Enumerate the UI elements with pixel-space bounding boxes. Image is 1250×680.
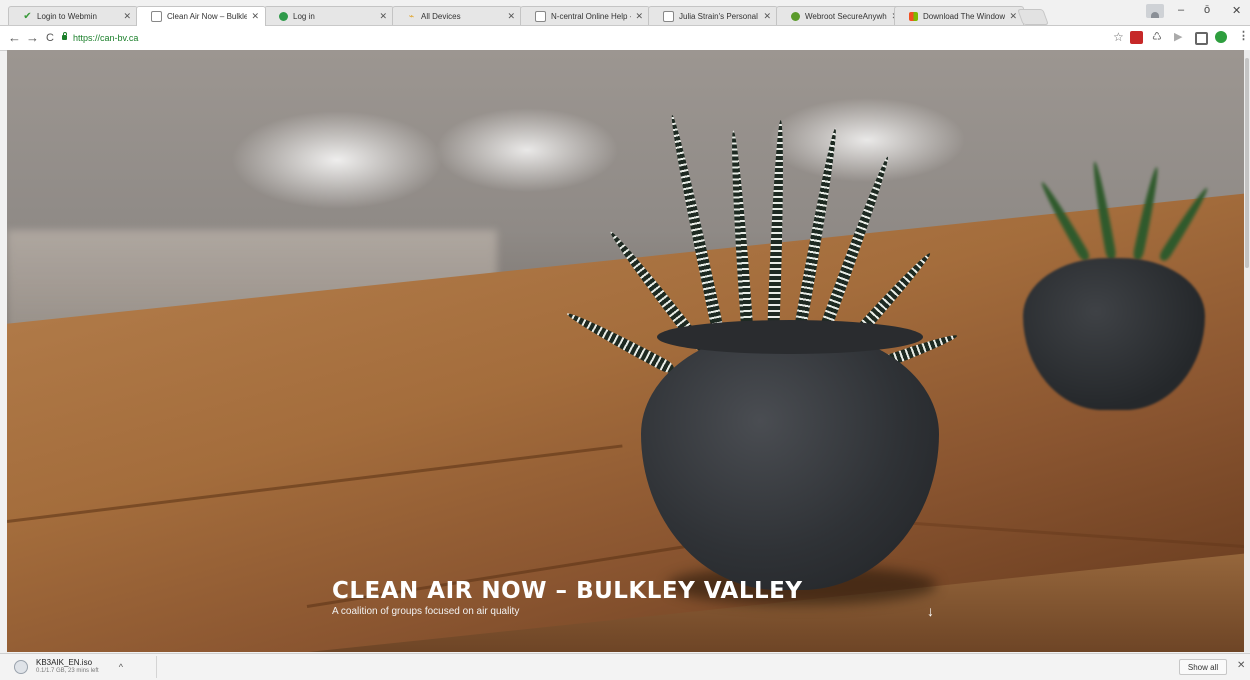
tab-label: N-central Online Help - I — [551, 11, 632, 21]
close-download-bar-icon[interactable]: ✕ — [1237, 660, 1245, 671]
browser-toolbar: ← → C https://can-bv.ca — [0, 26, 1250, 51]
extension-icon[interactable]: ▶ — [1174, 30, 1182, 43]
tab-webroot[interactable]: Webroot SecureAnywher ✕ — [776, 6, 906, 25]
tab-strip: ✔ Login to Webmin ✕ Clean Air Now – Bulk… — [0, 0, 1250, 26]
pot-rim — [657, 320, 923, 354]
tab-login-to-webmin[interactable]: ✔ Login to Webmin ✕ — [8, 6, 138, 25]
reload-icon[interactable]: C — [46, 29, 54, 47]
windows-icon — [909, 11, 918, 21]
tab-label: Login to Webmin — [37, 11, 97, 21]
download-item[interactable]: KB3AIK_EN.iso 0.1/1.7 GB, 23 mins left ^ — [8, 656, 157, 678]
bookmark-star-icon[interactable]: ☆ — [1113, 30, 1124, 44]
close-tab-icon[interactable]: ✕ — [507, 11, 515, 22]
close-tab-icon[interactable]: ✕ — [123, 11, 131, 22]
url-text: https://can-bv.ca — [73, 32, 139, 43]
tab-label: All Devices — [421, 11, 461, 21]
tab-label: Webroot SecureAnywher — [805, 11, 888, 21]
site-tagline: A coalition of groups focused on air qua… — [332, 606, 520, 617]
tab-download-windows[interactable]: Download The Windows ✕ — [894, 6, 1024, 25]
tab-all-devices[interactable]: ⌁ All Devices ✕ — [392, 6, 522, 25]
tab-log-in[interactable]: Log in ✕ — [264, 6, 394, 25]
new-tab-button[interactable] — [1017, 9, 1049, 25]
close-tab-icon[interactable]: ✕ — [635, 11, 643, 22]
menu-icon[interactable]: ⋮ — [1238, 29, 1249, 42]
tab-label: Julia Strain's Personal Bo — [679, 11, 759, 21]
close-window-icon[interactable]: ✕ — [1232, 4, 1241, 17]
extension-icon[interactable]: ♺ — [1152, 30, 1162, 43]
tab-label: Log in — [293, 11, 315, 21]
scrollbar-thumb[interactable] — [1245, 58, 1249, 268]
close-tab-icon[interactable]: ✕ — [763, 11, 771, 22]
webmin-icon: ✔ — [23, 10, 32, 22]
check-extension-icon[interactable] — [1215, 31, 1227, 43]
close-tab-icon[interactable]: ✕ — [251, 11, 259, 22]
scroll-down-arrow-icon[interactable]: ↓ — [927, 603, 934, 619]
disc-file-icon — [14, 660, 28, 674]
tab-julia-strain[interactable]: Julia Strain's Personal Bo ✕ — [648, 6, 778, 25]
cast-icon[interactable] — [1195, 32, 1208, 45]
chevron-up-icon[interactable]: ^ — [119, 662, 123, 672]
page-hero: CLEAN AIR NOW – BULKLEY VALLEY A coaliti… — [7, 50, 1244, 652]
download-status: 0.1/1.7 GB, 23 mins left — [36, 668, 99, 674]
download-file-name: KB3AIK_EN.iso — [36, 658, 93, 667]
site-title[interactable]: CLEAN AIR NOW – BULKLEY VALLEY — [332, 578, 803, 604]
close-tab-icon[interactable]: ✕ — [1009, 11, 1017, 22]
tab-n-central-help[interactable]: N-central Online Help - I ✕ — [520, 6, 650, 25]
webroot-icon — [791, 11, 800, 21]
page-icon — [663, 10, 674, 22]
minimize-icon[interactable]: – — [1178, 4, 1184, 16]
download-bar: KB3AIK_EN.iso 0.1/1.7 GB, 23 mins left ^… — [0, 653, 1250, 680]
devices-icon: ⌁ — [408, 10, 415, 21]
tab-label: Clean Air Now – Bulkley — [167, 12, 248, 21]
show-all-button[interactable]: Show all — [1179, 659, 1227, 675]
page-icon — [535, 10, 546, 22]
address-bar[interactable]: https://can-bv.ca — [62, 29, 1130, 46]
back-icon[interactable]: ← — [8, 29, 21, 47]
close-tab-icon[interactable]: ✕ — [379, 11, 387, 22]
extension-icon[interactable] — [1130, 31, 1143, 44]
tab-label: Download The Windows — [923, 11, 1006, 21]
lock-icon — [62, 32, 67, 40]
login-icon — [279, 11, 288, 21]
maximize-icon[interactable]: ō — [1204, 4, 1210, 16]
tab-clean-air-now[interactable]: Clean Air Now – Bulkley ✕ — [136, 6, 266, 26]
page-icon — [151, 11, 162, 22]
forward-icon[interactable]: → — [26, 29, 39, 47]
profile-avatar-icon[interactable] — [1146, 4, 1164, 18]
